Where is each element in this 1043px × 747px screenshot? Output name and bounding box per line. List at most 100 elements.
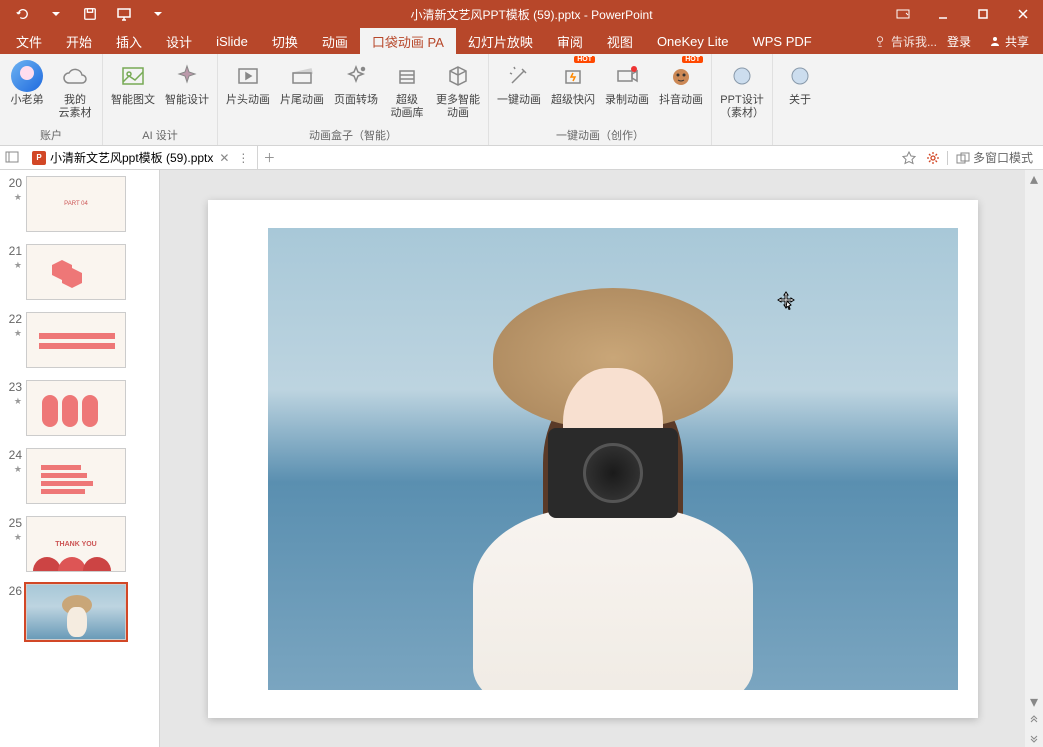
- ribbon-display-button[interactable]: [883, 0, 923, 28]
- smart-design-button[interactable]: 智能设计: [161, 58, 213, 109]
- ribbon-group-ai: 智能图文 智能设计 AI 设计: [103, 54, 218, 145]
- library-icon: [391, 60, 423, 92]
- anim-indicator-icon: ★: [14, 396, 22, 407]
- smart-pic-button[interactable]: 智能图文: [107, 58, 159, 109]
- tab-slideshow[interactable]: 幻灯片放映: [456, 28, 545, 54]
- smart-pic-icon: [117, 60, 149, 92]
- circle-icon: [784, 60, 816, 92]
- tab-transitions[interactable]: 切换: [260, 28, 310, 54]
- start-from-beginning-button[interactable]: [110, 2, 138, 26]
- tab-home[interactable]: 开始: [54, 28, 104, 54]
- circle-icon: [726, 60, 758, 92]
- vertical-scrollbar[interactable]: ▴ ▾: [1025, 170, 1043, 747]
- super-lib-button[interactable]: 超级 动画库: [384, 58, 430, 122]
- tab-pocket-animation[interactable]: 口袋动画 PA: [360, 28, 456, 54]
- tab-wpspdf[interactable]: WPS PDF: [740, 28, 823, 54]
- maximize-button[interactable]: [963, 0, 1003, 28]
- ribbon-group-about: 关于: [773, 54, 827, 145]
- tab-menu-button[interactable]: ⋮: [235, 151, 251, 165]
- ribbon-tabs: 文件 开始 插入 设计 iSlide 切换 动画 口袋动画 PA 幻灯片放映 审…: [0, 28, 1043, 54]
- thumbnail-item[interactable]: 22★: [0, 306, 159, 374]
- ribbon-group-onekey: 一键动画 HOT 超级快闪 录制动画 HOT 抖音动画 一键动画（创作）: [489, 54, 712, 145]
- slide: [208, 200, 978, 718]
- cloud-icon: [59, 60, 91, 92]
- close-tab-button[interactable]: ✕: [217, 151, 231, 165]
- thumbnail-item[interactable]: 24★: [0, 442, 159, 510]
- avatar-icon: [11, 60, 43, 92]
- thumbnail-item[interactable]: 20★ PART 04: [0, 170, 159, 238]
- anim-indicator-icon: ★: [14, 328, 22, 339]
- save-button[interactable]: [76, 2, 104, 26]
- hot-badge: HOT: [574, 56, 595, 63]
- anim-indicator-icon: ★: [14, 260, 22, 271]
- login-button[interactable]: 登录: [941, 33, 977, 50]
- tab-onekey[interactable]: OneKey Lite: [645, 28, 741, 54]
- tab-file[interactable]: 文件: [4, 28, 54, 54]
- settings-star-icon[interactable]: [899, 148, 919, 168]
- minimize-button[interactable]: [923, 0, 963, 28]
- thumbnail-preview: PART 04: [26, 176, 126, 232]
- gear-icon[interactable]: [923, 148, 943, 168]
- record-anim-button[interactable]: 录制动画: [601, 58, 653, 109]
- about-button[interactable]: 关于: [777, 58, 823, 109]
- slide-image[interactable]: [268, 228, 958, 690]
- hot-badge: HOT: [682, 56, 703, 63]
- more-smart-button[interactable]: 更多智能 动画: [432, 58, 484, 122]
- main-area: 20★ PART 04 21★ 22★ 23★ 24★ 25★ THANK YO…: [0, 170, 1043, 747]
- tab-islide[interactable]: iSlide: [204, 28, 260, 54]
- document-tab[interactable]: P 小清新文艺风ppt模板 (59).pptx ✕ ⋮: [26, 146, 258, 169]
- qat-dropdown[interactable]: [144, 2, 172, 26]
- ribbon-group-design: PPT设计 （素材）: [712, 54, 773, 145]
- thumbnail-preview: [26, 380, 126, 436]
- flash-icon: [557, 60, 589, 92]
- document-tab-bar: P 小清新文艺风ppt模板 (59).pptx ✕ ⋮ ＋ 多窗口模式: [0, 146, 1043, 170]
- thumbnail-item[interactable]: 25★ THANK YOU: [0, 510, 159, 578]
- titlebar: 小清新文艺风PPT模板 (59).pptx - PowerPoint: [0, 0, 1043, 28]
- my-cloud-button[interactable]: 我的 云素材: [52, 58, 98, 122]
- tab-review[interactable]: 审阅: [545, 28, 595, 54]
- move-cursor-icon: [776, 290, 796, 310]
- thumbnail-preview: [26, 312, 126, 368]
- head-anim-button[interactable]: 片头动画: [222, 58, 274, 109]
- thumbnail-preview: [26, 584, 126, 640]
- user-avatar-button[interactable]: 小老弟: [4, 58, 50, 109]
- douyin-anim-button[interactable]: HOT 抖音动画: [655, 58, 707, 109]
- scroll-up-button[interactable]: ▴: [1025, 170, 1043, 188]
- scroll-down-button[interactable]: ▾: [1025, 693, 1043, 711]
- undo-button[interactable]: [8, 2, 36, 26]
- thumbnail-item[interactable]: 26: [0, 578, 159, 646]
- thumbnail-item[interactable]: 23★: [0, 374, 159, 442]
- multi-window-button[interactable]: 多窗口模式: [952, 149, 1037, 166]
- scroll-track[interactable]: [1025, 188, 1043, 693]
- new-tab-button[interactable]: ＋: [258, 149, 280, 166]
- outline-toggle[interactable]: [4, 149, 22, 167]
- anim-indicator-icon: ★: [14, 192, 22, 203]
- page-transition-button[interactable]: 页面转场: [330, 58, 382, 109]
- ribbon-group-anim-box: 片头动画 片尾动画 页面转场 超级 动画库 更多智能 动画 动画盒子（智能）: [218, 54, 489, 145]
- tail-anim-button[interactable]: 片尾动画: [276, 58, 328, 109]
- record-icon: [611, 60, 643, 92]
- tell-me[interactable]: 告诉我...: [873, 33, 937, 50]
- thumbnail-item[interactable]: 21★: [0, 238, 159, 306]
- slide-canvas[interactable]: [160, 170, 1025, 747]
- ribbon-body: 小老弟 我的 云素材 账户 智能图文 智能设计 AI 设计 片头动画: [0, 54, 1043, 146]
- tab-view[interactable]: 视图: [595, 28, 645, 54]
- share-button[interactable]: 共享: [981, 33, 1037, 50]
- tab-insert[interactable]: 插入: [104, 28, 154, 54]
- onekey-anim-button[interactable]: 一键动画: [493, 58, 545, 109]
- powerpoint-icon: P: [32, 151, 46, 165]
- super-flash-button[interactable]: HOT 超级快闪: [547, 58, 599, 109]
- slide-thumbnail-panel[interactable]: 20★ PART 04 21★ 22★ 23★ 24★ 25★ THANK YO…: [0, 170, 160, 747]
- tab-animations[interactable]: 动画: [310, 28, 360, 54]
- next-slide-button[interactable]: [1025, 729, 1043, 747]
- ppt-design-button[interactable]: PPT设计 （素材）: [716, 58, 768, 122]
- tab-design[interactable]: 设计: [154, 28, 204, 54]
- redo-dropdown[interactable]: [42, 2, 70, 26]
- film-icon: [232, 60, 264, 92]
- window-controls: [883, 0, 1043, 28]
- clapboard-icon: [286, 60, 318, 92]
- person-illustration: [463, 288, 763, 688]
- prev-slide-button[interactable]: [1025, 711, 1043, 729]
- anim-indicator-icon: ★: [14, 532, 22, 543]
- close-button[interactable]: [1003, 0, 1043, 28]
